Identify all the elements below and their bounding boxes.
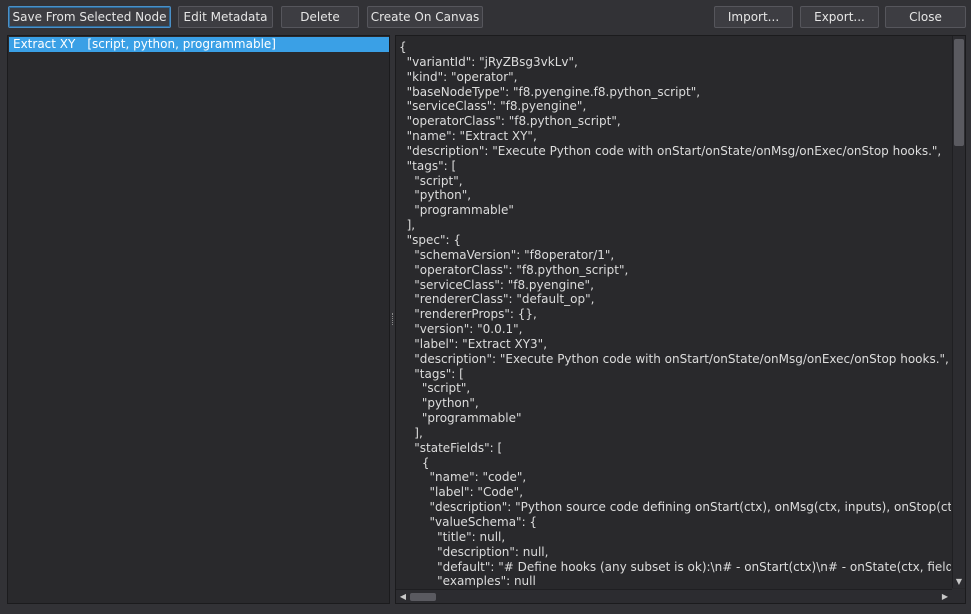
json-line: "version": "0.0.1", — [399, 322, 523, 337]
close-button[interactable]: Close — [885, 6, 966, 28]
json-line: "valueSchema": { — [399, 515, 538, 529]
json-line: "script", — [399, 381, 471, 396]
json-line: "schemaVersion": "f8operator/1", — [399, 247, 615, 262]
json-line: "examples": null — [399, 574, 536, 588]
scroll-right-arrow-icon[interactable]: ▶ — [940, 592, 950, 602]
scroll-down-arrow-icon[interactable]: ▼ — [954, 577, 964, 587]
json-line: { — [399, 455, 430, 470]
json-line: "variantId": "jRyZBsg3vkLv", — [399, 54, 578, 69]
json-line: "serviceClass": "f8.pyengine", — [399, 277, 594, 292]
variant-list[interactable]: Extract XY [script, python, programmable] — [7, 35, 390, 604]
variant-name: Extract XY — [13, 37, 76, 51]
json-line: { — [399, 40, 407, 54]
delete-button[interactable]: Delete — [281, 6, 359, 28]
json-line: "description": "Execute Python code with… — [399, 143, 942, 158]
json-line: "name": "Extract XY", — [399, 129, 537, 144]
json-line: "rendererProps": {}, — [399, 307, 537, 322]
json-line: "label": "Extract XY3", — [399, 336, 548, 351]
scroll-left-arrow-icon[interactable]: ◀ — [398, 592, 408, 602]
json-line: "description": "Execute Python code with… — [399, 351, 949, 366]
json-line: "script", — [399, 173, 463, 188]
export-button[interactable]: Export... — [800, 6, 879, 28]
json-line: "programmable" — [399, 203, 514, 218]
horizontal-scrollbar[interactable]: ◀ ▶ — [396, 589, 952, 603]
save-from-selected-node-button[interactable]: Save From Selected Node — [8, 6, 171, 28]
json-line: "label": "Code", — [399, 485, 524, 500]
variant-tags: [script, python, programmable] — [87, 37, 276, 51]
json-line: "description": "Python source code defin… — [399, 500, 951, 515]
json-line: "spec": { — [399, 232, 462, 247]
json-line: "operatorClass": "f8.python_script", — [399, 114, 621, 129]
toolbar: Save From Selected Node Edit Metadata De… — [0, 0, 971, 34]
edit-metadata-button[interactable]: Edit Metadata — [178, 6, 273, 28]
json-line: "description": null, — [399, 544, 549, 559]
json-line: "serviceClass": "f8.pyengine", — [399, 99, 587, 114]
json-line: "kind": "operator", — [399, 69, 518, 84]
json-editor[interactable]: { "variantId": "jRyZBsg3vkLv", "kind": "… — [395, 35, 966, 604]
json-line: "python", — [399, 188, 472, 203]
vertical-scrollbar[interactable]: ▼ — [952, 36, 965, 588]
vertical-scrollbar-thumb[interactable] — [954, 39, 964, 146]
json-line: "baseNodeType": "f8.pyengine.f8.python_s… — [399, 84, 701, 99]
variant-list-item[interactable]: Extract XY [script, python, programmable] — [9, 37, 389, 52]
json-text[interactable]: { "variantId": "jRyZBsg3vkLv", "kind": "… — [399, 40, 951, 588]
splitter-grip-icon — [392, 313, 394, 325]
json-line: ], — [399, 425, 423, 440]
json-line: "rendererClass": "default_op", — [399, 292, 595, 307]
create-on-canvas-button[interactable]: Create On Canvas — [367, 6, 483, 28]
json-line: "default": "# Define hooks (any subset i… — [399, 559, 951, 574]
json-line: ], — [399, 218, 416, 233]
json-line: "name": "code", — [399, 470, 527, 485]
json-line: "python", — [399, 396, 479, 411]
json-line: "stateFields": [ — [399, 440, 503, 455]
json-line: "tags": [ — [399, 158, 457, 173]
json-line: "programmable" — [399, 411, 522, 426]
json-line: "operatorClass": "f8.python_script", — [399, 262, 629, 277]
json-line: "title": null, — [399, 529, 506, 544]
import-button[interactable]: Import... — [714, 6, 793, 28]
scrollbar-corner — [952, 589, 965, 603]
horizontal-scrollbar-thumb[interactable] — [410, 593, 436, 601]
json-line: "tags": [ — [399, 366, 464, 381]
